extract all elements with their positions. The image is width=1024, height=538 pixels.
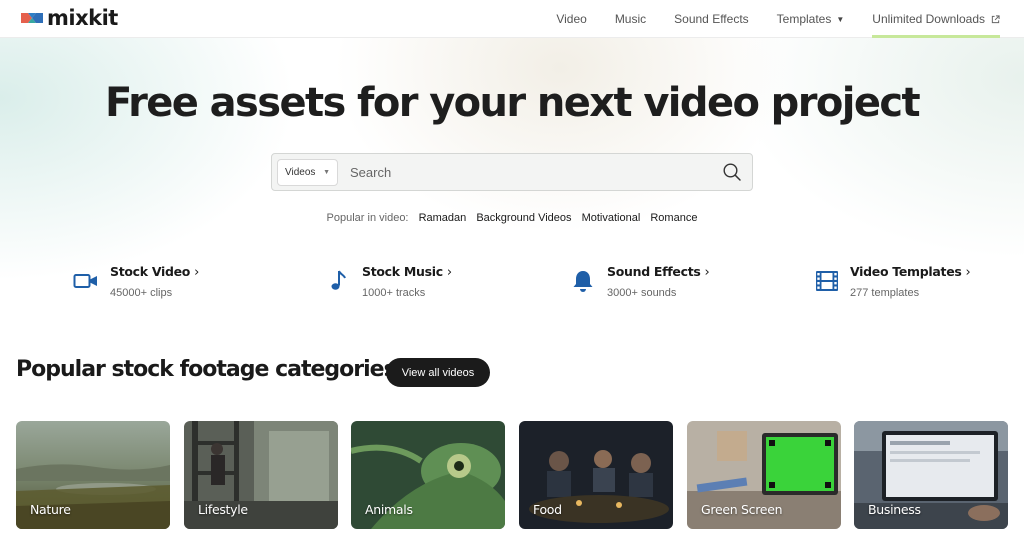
nav-video-label: Video bbox=[556, 12, 587, 26]
feature-title: Stock Music › bbox=[362, 264, 452, 280]
nav-sound-effects-label: Sound Effects bbox=[674, 12, 749, 26]
category-card-food[interactable]: Food bbox=[519, 421, 673, 529]
asset-type-select[interactable]: Videos ▼ bbox=[277, 159, 338, 186]
music-note-icon bbox=[331, 270, 346, 290]
feature-title-text: Sound Effects bbox=[607, 264, 701, 279]
feature-subtitle: 3000+ sounds bbox=[607, 287, 677, 299]
mixkit-logo[interactable]: mixkit bbox=[21, 6, 118, 30]
top-navbar: mixkit Video Music Sound Effects Templat… bbox=[0, 0, 1024, 38]
nav-templates-label: Templates bbox=[776, 12, 832, 26]
nav-unlimited-downloads[interactable]: Unlimited Downloads bbox=[872, 0, 1000, 38]
feature-title-text: Stock Music bbox=[362, 264, 443, 279]
logo-wordmark: mixkit bbox=[47, 5, 118, 30]
asset-type-selected: Videos bbox=[285, 167, 316, 178]
category-card-business[interactable]: Business bbox=[854, 421, 1008, 529]
page-title: Free assets for your next video project bbox=[104, 80, 921, 126]
feature-stock-video[interactable]: Stock Video › 45000+ clips bbox=[73, 262, 233, 302]
category-label: Animals bbox=[365, 502, 413, 517]
nav-music[interactable]: Music bbox=[615, 0, 646, 38]
bell-icon bbox=[573, 271, 593, 292]
category-label: Business bbox=[868, 502, 921, 517]
view-all-videos-button[interactable]: View all videos bbox=[386, 358, 490, 387]
main-nav: Video Music Sound Effects Templates ▼ Un… bbox=[528, 0, 1000, 38]
chevron-right-icon: › bbox=[965, 265, 971, 280]
popular-tag-ramadan[interactable]: Ramadan bbox=[419, 212, 467, 224]
caret-down-icon: ▼ bbox=[836, 14, 845, 24]
nav-sound-effects[interactable]: Sound Effects bbox=[674, 0, 749, 38]
chevron-right-icon: › bbox=[704, 265, 710, 280]
video-camera-icon bbox=[73, 274, 97, 288]
logo-mark-icon bbox=[21, 13, 43, 23]
nav-music-label: Music bbox=[614, 12, 647, 26]
search-icon[interactable] bbox=[722, 162, 742, 182]
feature-sound-effects[interactable]: Sound Effects › 3000+ sounds bbox=[570, 262, 740, 302]
feature-video-templates[interactable]: Video Templates › 277 templates bbox=[814, 262, 994, 302]
feature-subtitle: 45000+ clips bbox=[110, 287, 173, 299]
chevron-right-icon: › bbox=[446, 265, 452, 280]
nav-video[interactable]: Video bbox=[556, 0, 586, 38]
category-label: Food bbox=[533, 502, 562, 517]
nav-unlimited-downloads-label: Unlimited Downloads bbox=[872, 12, 985, 26]
popular-searches: Popular in video: Ramadan Background Vid… bbox=[0, 212, 1024, 224]
search-bar: Videos ▼ bbox=[271, 153, 753, 191]
film-strip-icon bbox=[816, 271, 838, 291]
categories-heading: Popular stock footage categories bbox=[16, 357, 397, 382]
category-label: Lifestyle bbox=[198, 502, 248, 517]
chevron-right-icon: › bbox=[194, 265, 199, 280]
feature-title: Stock Video › bbox=[110, 264, 199, 280]
feature-subtitle: 1000+ tracks bbox=[362, 287, 426, 299]
popular-tag-motivational[interactable]: Motivational bbox=[582, 212, 641, 224]
popular-label: Popular in video: bbox=[326, 212, 409, 224]
feature-title: Sound Effects › bbox=[607, 264, 710, 280]
feature-stock-music[interactable]: Stock Music › 1000+ tracks bbox=[327, 262, 487, 302]
category-label: Nature bbox=[30, 502, 71, 517]
category-card-nature[interactable]: Nature bbox=[16, 421, 170, 529]
feature-title-text: Video Templates bbox=[850, 264, 962, 279]
category-card-green-screen[interactable]: Green Screen bbox=[687, 421, 841, 529]
feature-title: Video Templates › bbox=[850, 264, 971, 280]
popular-tag-romance[interactable]: Romance bbox=[650, 212, 697, 224]
feature-subtitle: 277 templates bbox=[850, 287, 920, 299]
chevron-down-icon: ▼ bbox=[323, 169, 330, 176]
search-input[interactable] bbox=[350, 161, 710, 183]
category-card-lifestyle[interactable]: Lifestyle bbox=[184, 421, 338, 529]
external-link-icon bbox=[991, 14, 1000, 23]
category-label: Green Screen bbox=[701, 502, 783, 517]
category-card-animals[interactable]: Animals bbox=[351, 421, 505, 529]
feature-title-text: Stock Video bbox=[110, 264, 191, 279]
popular-tag-background-videos[interactable]: Background Videos bbox=[476, 212, 571, 224]
nav-templates[interactable]: Templates ▼ bbox=[777, 0, 845, 38]
